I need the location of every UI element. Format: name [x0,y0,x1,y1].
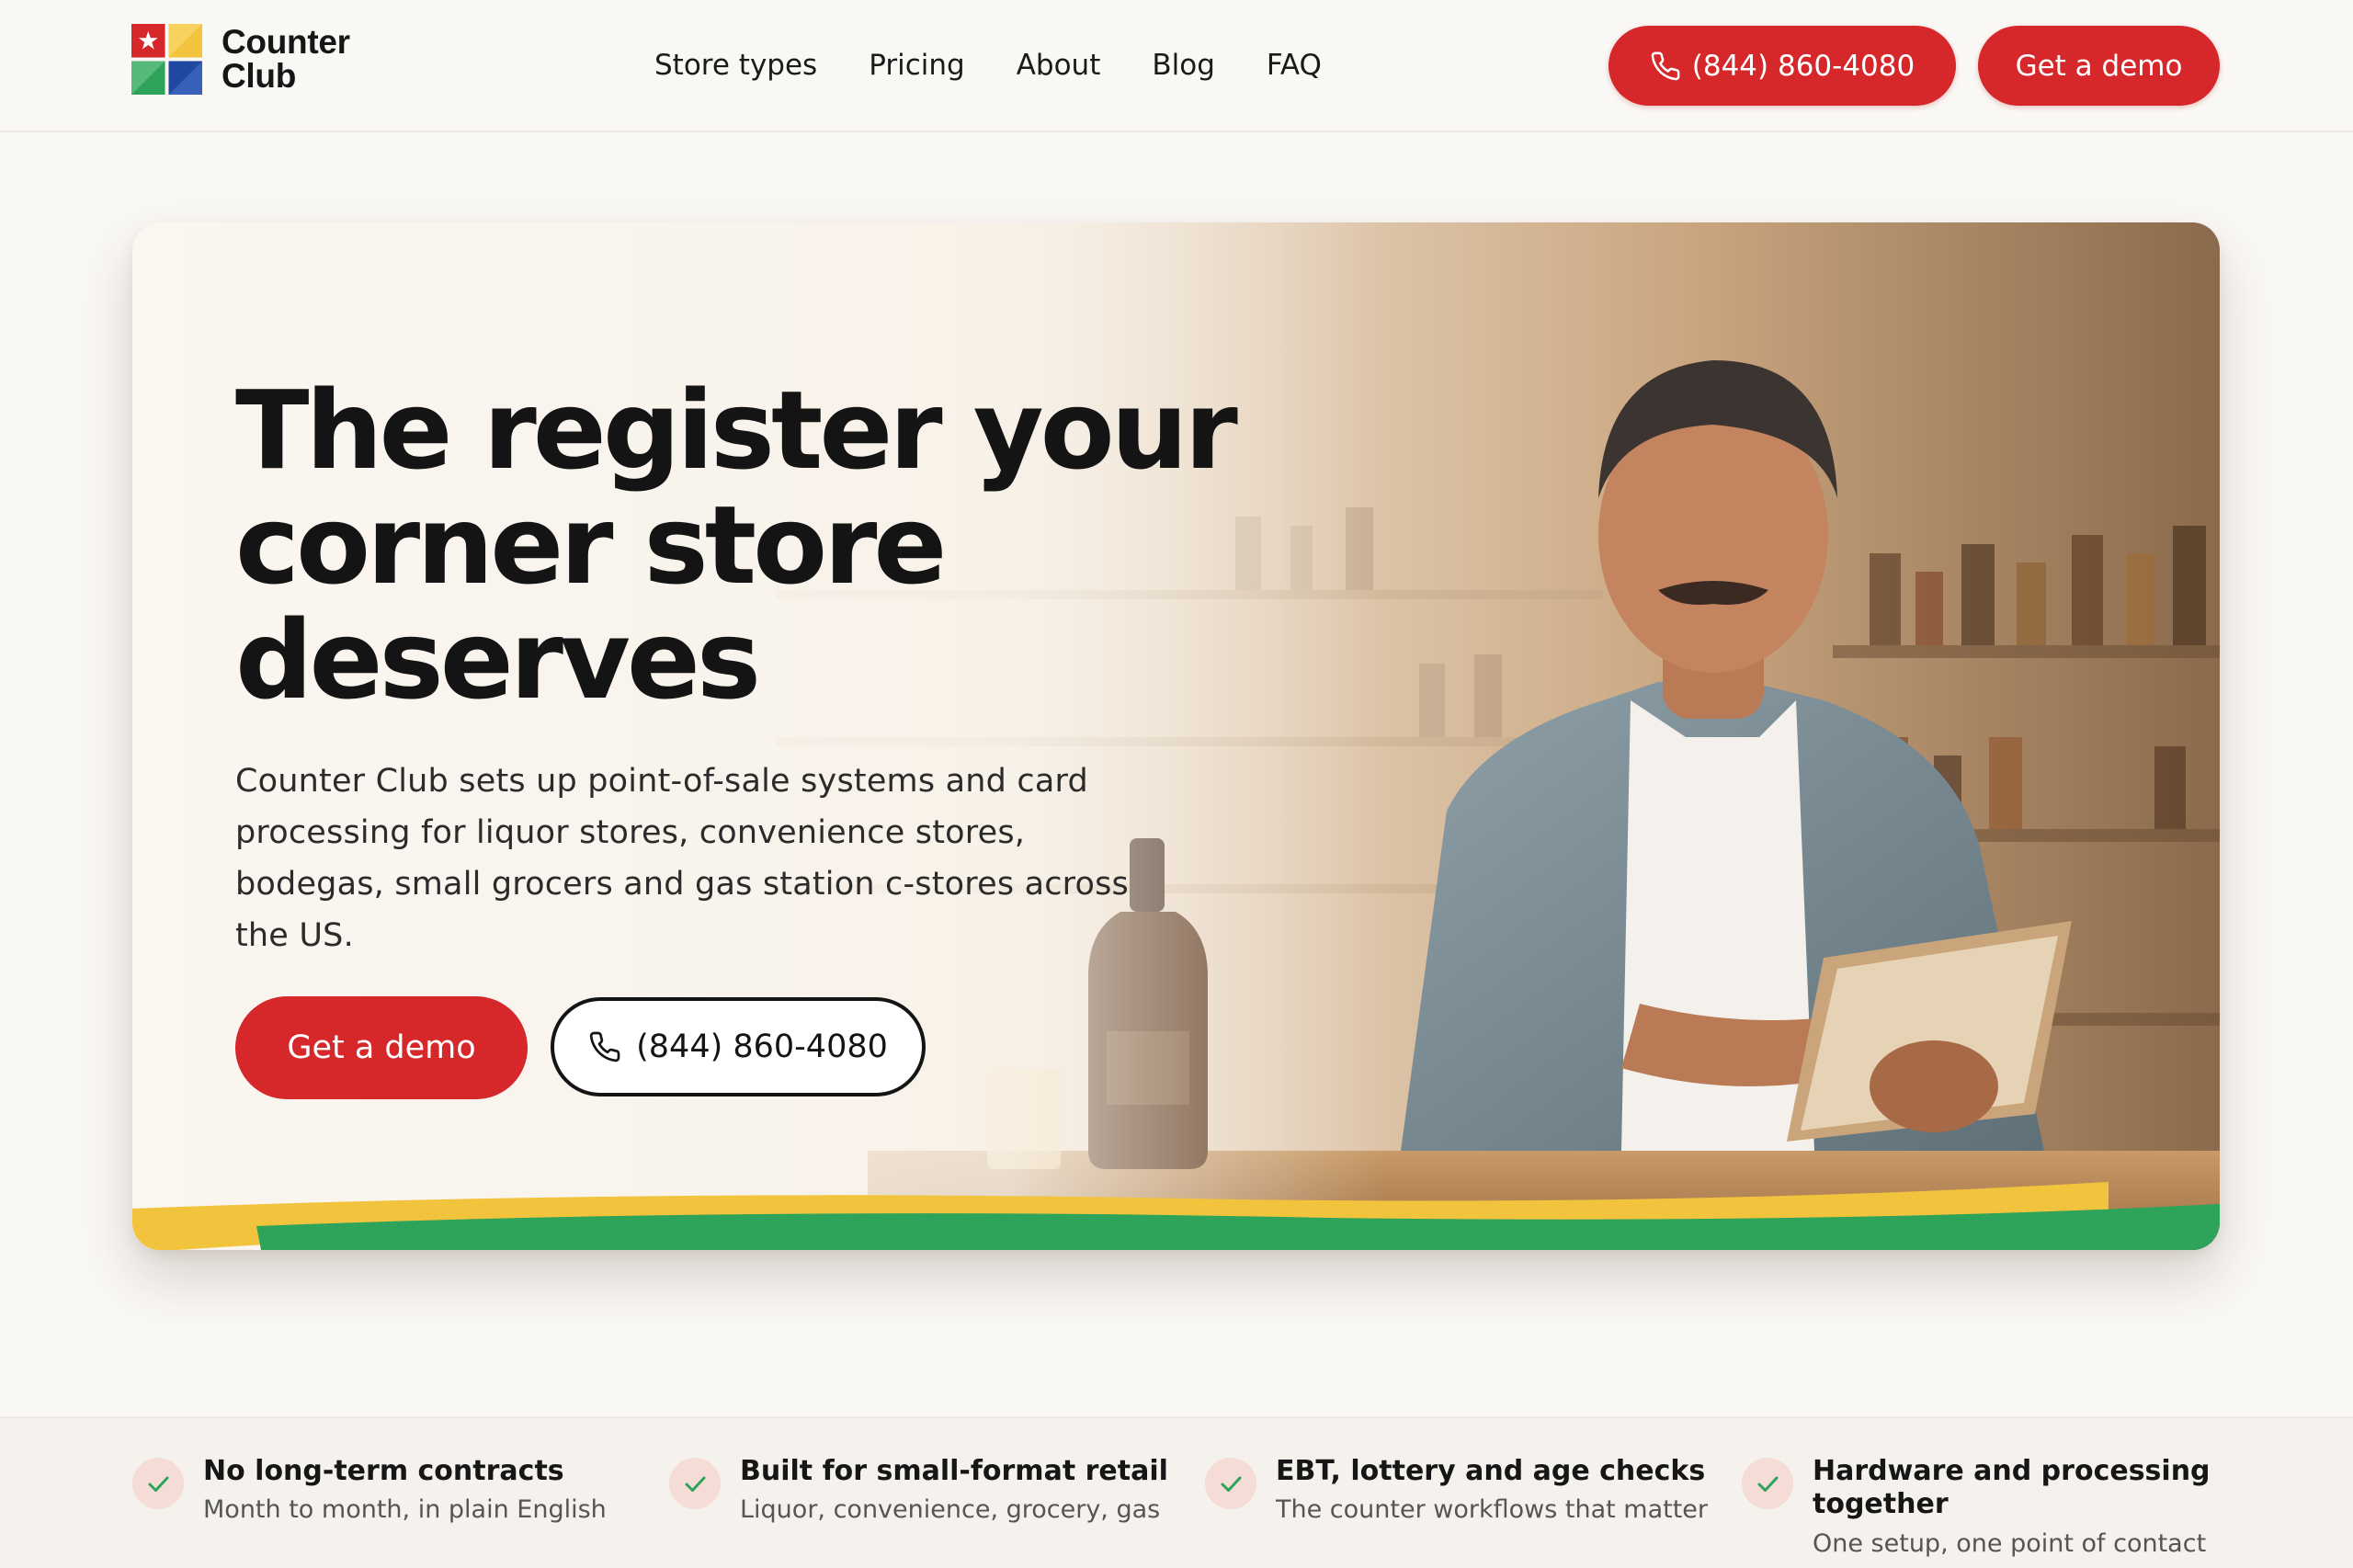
nav-store-types[interactable]: Store types [654,39,817,92]
feature-title: Hardware and processing together [1813,1455,2211,1520]
feature-title: Built for small-format retail [740,1455,1168,1487]
feature-desc: Month to month, in plain English [203,1495,607,1524]
header-phone-label: (844) 860-4080 [1691,49,1915,83]
hero-section: The register your corner store deserves … [132,222,2220,1250]
check-icon [669,1458,721,1509]
hero-title-line-3: deserves [235,597,761,723]
nav-pricing[interactable]: Pricing [869,39,965,92]
feature-desc: The counter workflows that matter [1276,1495,1709,1524]
check-icon [1742,1458,1793,1509]
logo-line-2: Club [222,57,297,95]
header-phone-button[interactable]: (844) 860-4080 [1608,26,1956,106]
counter-club-logo-icon [131,23,202,95]
feature-desc: One setup, one point of contact [1813,1529,2207,1558]
phone-icon [1651,51,1680,80]
phone-icon [589,1031,620,1062]
header-demo-button[interactable]: Get a demo [1978,26,2220,106]
features-strip: No long-term contracts Month to month, i… [0,1416,2353,1568]
nav-faq[interactable]: FAQ [1267,39,1322,92]
hero-phone-label: (844) 860-4080 [636,1028,888,1065]
check-icon [132,1458,184,1509]
nav-blog[interactable]: Blog [1152,39,1215,92]
hero-title: The register your corner store deserves [235,373,1246,718]
check-icon [1205,1458,1256,1509]
feature-desc: Liquor, convenience, grocery, gas [740,1495,1161,1524]
site-header: Counter Club Store types Pricing About B… [0,0,2353,132]
hero-phone-button[interactable]: (844) 860-4080 [551,997,926,1096]
logo-line-1: Counter [222,23,350,61]
hero-title-line-2: corner store [235,482,947,608]
feature-title: EBT, lottery and age checks [1276,1455,1706,1487]
hero-subtitle: Counter Club sets up point-of-sale syste… [235,763,1129,954]
feature-title: No long-term contracts [203,1455,564,1487]
logo-wordmark: Counter Club [222,25,350,93]
hero-title-line-1: The register your [235,367,1238,494]
main-nav: Store types Pricing About Blog FAQ [654,39,1322,92]
nav-about[interactable]: About [1017,39,1101,92]
logo-link[interactable]: Counter Club [131,23,350,95]
hero-demo-button[interactable]: Get a demo [235,996,528,1099]
